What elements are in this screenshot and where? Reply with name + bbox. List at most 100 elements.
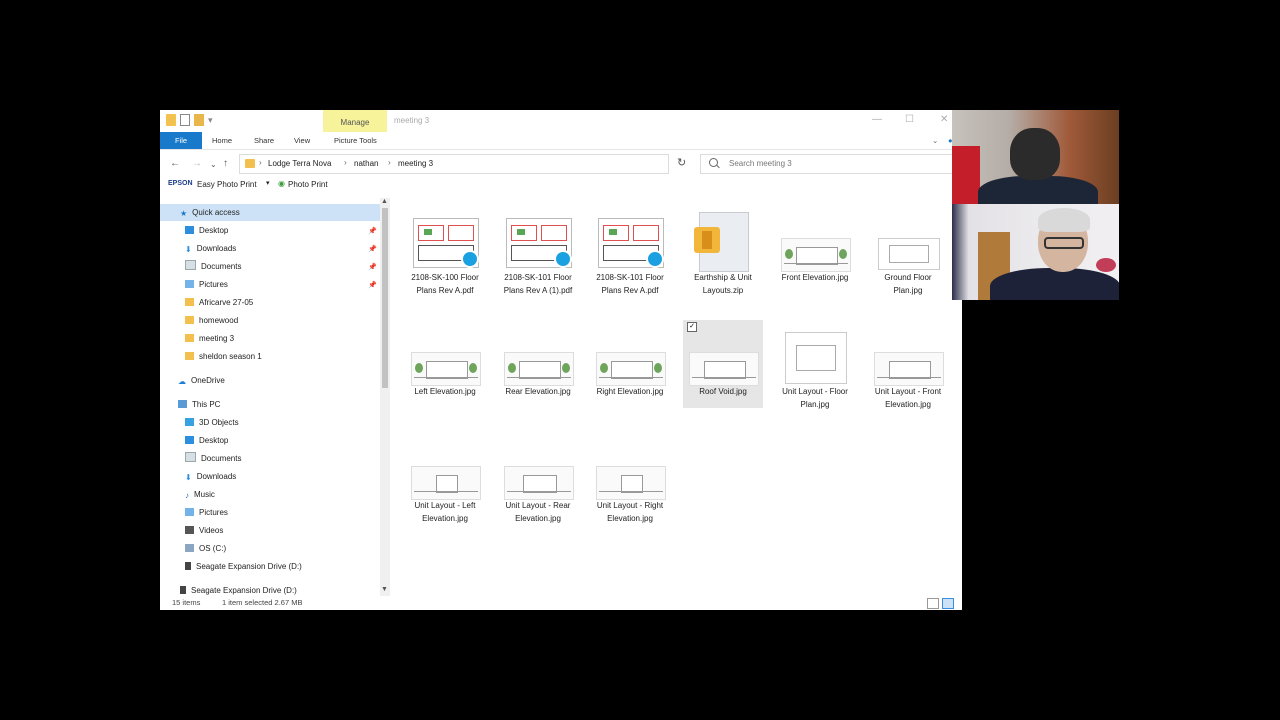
pin-icon[interactable]: 📌	[368, 281, 377, 289]
photo-print-button[interactable]: Photo Print	[288, 180, 328, 189]
sidebar-scrollbar[interactable]: ▲ ▼	[380, 198, 390, 596]
sidebar-item-videos[interactable]: Videos	[185, 522, 223, 539]
sidebar-item-music[interactable]: ♪ Music	[185, 486, 215, 503]
sidebar-item-africarve[interactable]: Africarve 27-05	[185, 294, 253, 311]
tab-share[interactable]: Share	[254, 132, 274, 149]
scroll-up-icon[interactable]: ▲	[381, 198, 388, 205]
cube-icon	[185, 418, 194, 426]
sidebar-item-pc-downloads[interactable]: ⬇ Downloads	[185, 468, 236, 485]
sidebar-item-label: Videos	[199, 526, 224, 535]
minimize-button[interactable]: —	[872, 114, 882, 125]
sidebar-item-quick-access[interactable]: ★ Quick access	[160, 204, 380, 221]
chevron-down-icon[interactable]: ⌄	[932, 132, 938, 149]
sidebar-item-label: Seagate Expansion Drive (D:)	[196, 562, 302, 571]
title-bar: ▾ Manage meeting 3 — ☐ ✕	[160, 110, 962, 132]
edge-icon	[461, 250, 479, 268]
sidebar-item-label: 3D Objects	[199, 418, 239, 427]
sidebar-item-seagate[interactable]: Seagate Expansion Drive (D:)	[185, 558, 302, 575]
file-item[interactable]: Front Elevation.jpg	[779, 212, 851, 285]
breadcrumb-nathan[interactable]: nathan	[354, 159, 378, 168]
file-name: Left Elevation.jpg	[414, 387, 476, 396]
chevron-down-icon[interactable]: ▾	[208, 114, 213, 126]
sidebar-item-homewood[interactable]: homewood	[185, 312, 238, 329]
pin-icon[interactable]: 📌	[368, 227, 377, 235]
window-title: meeting 3	[394, 116, 430, 125]
up-arrow-icon[interactable]: ↑	[223, 158, 228, 169]
sidebar-item-label: Downloads	[196, 244, 237, 253]
edge-icon	[554, 250, 572, 268]
close-button[interactable]: ✕	[940, 114, 948, 125]
sidebar-item-sheldon-season-1[interactable]: sheldon season 1	[185, 348, 262, 365]
folder-icon	[185, 298, 194, 306]
file-item[interactable]: Unit Layout - Rear Elevation.jpg	[502, 440, 574, 525]
sidebar-item-downloads[interactable]: ⬇ Downloads	[185, 240, 236, 257]
drive-icon	[180, 586, 186, 594]
tab-file[interactable]: File	[160, 132, 202, 149]
back-icon[interactable]: ←	[170, 158, 180, 169]
file-item[interactable]: Ground Floor Plan.jpg	[872, 212, 944, 297]
scrollbar-thumb[interactable]	[382, 208, 388, 388]
pin-icon[interactable]: 📌	[368, 263, 377, 271]
chevron-down-icon[interactable]: ▾	[266, 179, 270, 187]
video-icon	[185, 526, 194, 534]
address-bar[interactable]: › Lodge Terra Nova › nathan › meeting 3 …	[239, 154, 740, 174]
sidebar-item-meeting-3[interactable]: meeting 3	[185, 330, 234, 347]
file-item[interactable]: Rear Elevation.jpg	[502, 326, 574, 399]
participant-hair	[1038, 208, 1090, 232]
search-input[interactable]: Search meeting 3	[729, 159, 792, 168]
file-item[interactable]: 2108-SK-101 Floor Plans Rev A.pdf	[594, 212, 666, 297]
documents-icon	[185, 260, 196, 270]
tab-manage[interactable]: Manage	[323, 110, 387, 132]
sidebar-item-desktop[interactable]: Desktop	[185, 222, 228, 239]
tab-home[interactable]: Home	[212, 132, 232, 149]
tab-picture-tools[interactable]: Picture Tools	[334, 132, 377, 149]
item-count: 15 items	[172, 598, 201, 607]
status-bar: 15 items 1 item selected 2.67 MB	[160, 596, 962, 610]
new-folder-icon[interactable]	[194, 114, 204, 126]
recent-locations-icon[interactable]: ⌄	[210, 160, 217, 169]
easy-photo-print-button[interactable]: Easy Photo Print	[197, 180, 257, 189]
file-item[interactable]: Right Elevation.jpg	[594, 326, 666, 399]
breadcrumb-lodge-terra-nova[interactable]: Lodge Terra Nova	[268, 159, 331, 168]
flower-shape	[1096, 258, 1116, 272]
sidebar-item-pc-desktop[interactable]: Desktop	[185, 432, 228, 449]
sidebar-item-onedrive[interactable]: ☁ OneDrive	[178, 372, 225, 389]
chevron-right-icon: ›	[259, 158, 262, 167]
file-item[interactable]: 2108-SK-100 Floor Plans Rev A.pdf	[409, 212, 481, 297]
chair-shape	[952, 146, 980, 204]
file-item[interactable]: Unit Layout - Front Elevation.jpg	[872, 326, 944, 411]
sidebar-item-pictures[interactable]: Pictures	[185, 276, 228, 293]
details-view-icon[interactable]	[927, 598, 939, 609]
sidebar-item-3d-objects[interactable]: 3D Objects	[185, 414, 239, 431]
file-item[interactable]: 2108-SK-101 Floor Plans Rev A (1).pdf	[502, 212, 574, 297]
sidebar-item-pc-pictures[interactable]: Pictures	[185, 504, 228, 521]
properties-icon[interactable]	[180, 114, 190, 126]
star-icon: ★	[180, 209, 188, 218]
sidebar-item-label: homewood	[199, 316, 239, 325]
file-item[interactable]: Unit Layout - Floor Plan.jpg	[779, 326, 851, 411]
file-item[interactable]: Left Elevation.jpg	[409, 326, 481, 399]
forward-icon[interactable]: →	[192, 158, 202, 169]
refresh-icon[interactable]: ↻	[677, 156, 686, 169]
maximize-button[interactable]: ☐	[905, 114, 914, 125]
breadcrumb-meeting-3[interactable]: meeting 3	[398, 159, 433, 168]
search-box[interactable]: Search meeting 3	[700, 154, 962, 174]
sidebar-item-label: Seagate Expansion Drive (D:)	[191, 586, 297, 595]
file-item-selected[interactable]: ✓ Roof Void.jpg	[683, 320, 763, 408]
scroll-down-icon[interactable]: ▼	[381, 586, 388, 593]
epson-toolbar: EPSON Easy Photo Print ▾ ◉ Photo Print	[160, 178, 962, 194]
sidebar-item-os-c[interactable]: OS (C:)	[185, 540, 226, 557]
search-icon	[709, 158, 718, 167]
large-icons-view-icon[interactable]	[942, 598, 954, 609]
sidebar-item-pc-documents[interactable]: Documents	[185, 450, 241, 467]
sidebar-item-this-pc[interactable]: This PC	[178, 396, 220, 413]
file-item[interactable]: Earthship & Unit Layouts.zip	[687, 212, 759, 297]
folder-icon	[185, 334, 194, 342]
pictures-icon	[185, 508, 194, 516]
sidebar-item-documents[interactable]: Documents	[185, 258, 241, 275]
file-item[interactable]: Unit Layout - Left Elevation.jpg	[409, 440, 481, 525]
tab-view[interactable]: View	[294, 132, 310, 149]
music-icon: ♪	[185, 491, 189, 500]
pin-icon[interactable]: 📌	[368, 245, 377, 253]
file-item[interactable]: Unit Layout - Right Elevation.jpg	[594, 440, 666, 525]
